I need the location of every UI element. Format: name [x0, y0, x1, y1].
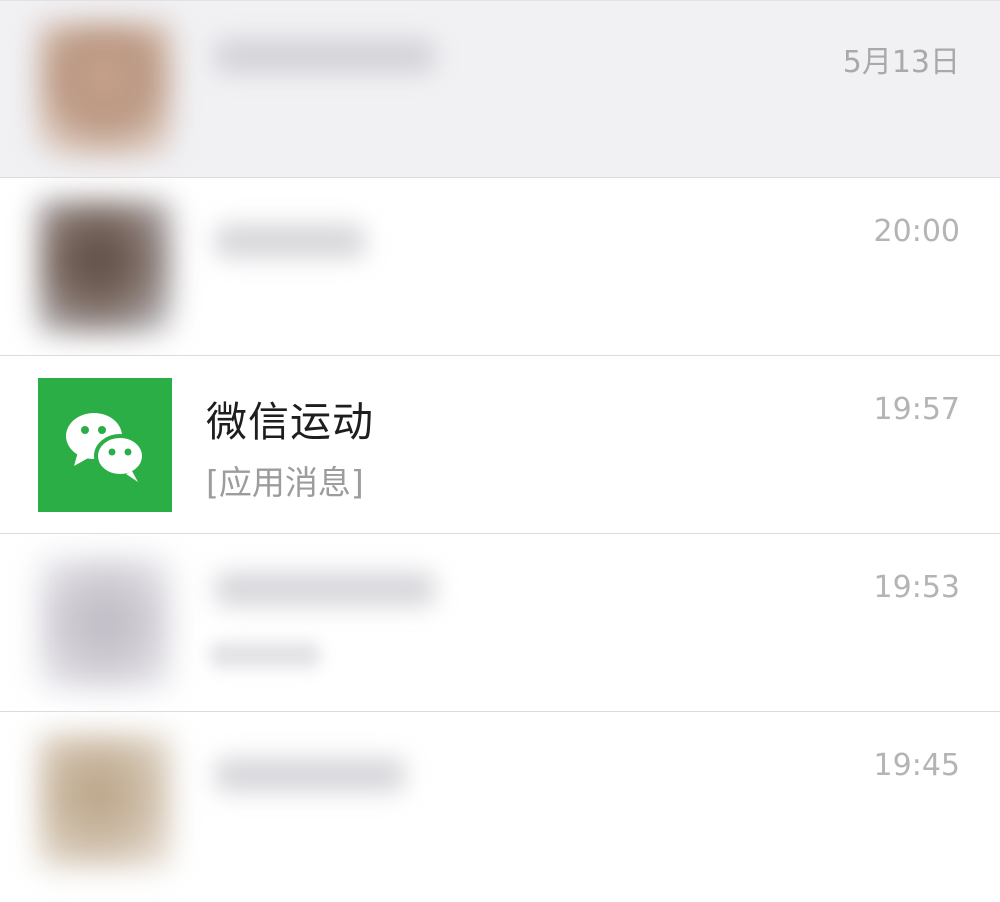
chat-row-wechat-sports[interactable]: 微信运动 [应用消息] 19:57 [0, 356, 1000, 534]
blurred-contact-name [215, 758, 405, 792]
wechat-sports-avatar[interactable] [38, 378, 172, 512]
chat-timestamp: 19:53 [873, 570, 960, 605]
chat-timestamp: 19:57 [873, 392, 960, 427]
avatar[interactable] [38, 734, 172, 868]
avatar[interactable] [38, 23, 172, 157]
chat-timestamp: 20:00 [873, 214, 960, 249]
chat-row[interactable]: 19:45 [0, 712, 1000, 902]
chat-row[interactable]: 19:53 [0, 534, 1000, 712]
chat-row[interactable]: 5月13日 [0, 0, 1000, 178]
blurred-contact-name [215, 39, 435, 73]
chat-timestamp: 5月13日 [842, 45, 960, 80]
chat-preview: [应用消息] [206, 463, 364, 502]
chat-timestamp: 19:45 [873, 748, 960, 783]
wechat-logo-icon [66, 413, 146, 482]
chat-name: 微信运动 [206, 398, 374, 446]
blurred-contact-name [215, 572, 435, 606]
avatar[interactable] [38, 556, 172, 690]
avatar[interactable] [38, 200, 172, 334]
chat-row[interactable]: 20:00 [0, 178, 1000, 356]
blurred-contact-name [215, 224, 365, 258]
blurred-preview [210, 642, 320, 668]
chat-list: 5月13日 20:00 微信运动 [应用消息] 19:57 19:53 19:4… [0, 0, 1000, 902]
